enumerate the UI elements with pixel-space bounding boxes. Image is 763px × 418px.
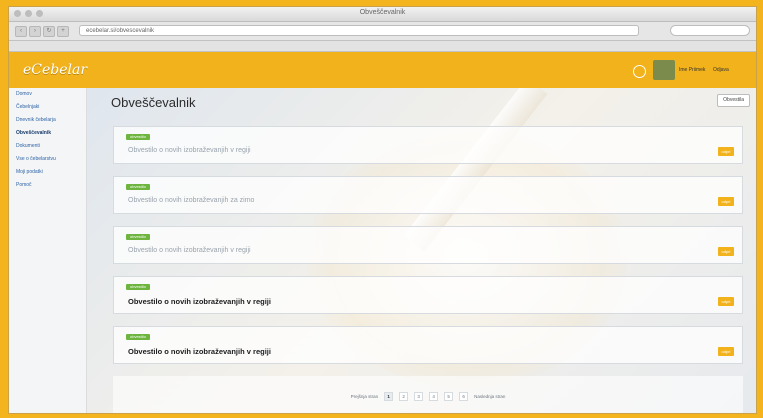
- notification-badge: obvestilo: [126, 234, 150, 240]
- sidebar-item-beekeeping[interactable]: Vse o čebelarstvu: [9, 153, 86, 166]
- browser-toolbar: ‹ › ↻ + ecebelar.si/obvescevalnik: [9, 22, 756, 41]
- notifications-settings-button[interactable]: Obvestila: [717, 94, 750, 107]
- sidebar-item-home[interactable]: Domov: [9, 88, 86, 101]
- notification-title[interactable]: Obvestilo o novih izobraževanjih v regij…: [128, 147, 251, 154]
- notification-badge: obvestilo: [126, 134, 150, 140]
- sidebar-item-profile[interactable]: Moji podatki: [9, 166, 86, 179]
- notification-card[interactable]: obvestilo Obvestilo o novih izobraževanj…: [113, 226, 743, 264]
- pagination: Prejšnja stran 1 2 3 4 5 6 Naslednja str…: [113, 392, 743, 401]
- logout-link[interactable]: Odjava: [713, 67, 729, 73]
- site-header: eCebelar Ime Priimek Odjava: [9, 52, 756, 90]
- notification-title[interactable]: Obvestilo o novih izobraževanjih v regij…: [128, 347, 271, 356]
- page-link[interactable]: 3: [414, 392, 424, 401]
- open-notification-button[interactable]: odpri: [718, 247, 734, 256]
- notification-title[interactable]: Obvestilo o novih izobraževanjih za zimo: [128, 197, 254, 204]
- notification-badge: obvestilo: [126, 184, 150, 190]
- open-notification-button[interactable]: odpri: [718, 297, 734, 306]
- sidebar-item-notifications[interactable]: Obveščevalnik: [9, 127, 86, 140]
- page-content: Domov Čebelnjaki Dnevnik čebelarja Obveš…: [9, 88, 756, 413]
- notification-title[interactable]: Obvestilo o novih izobraževanjih v regij…: [128, 247, 251, 254]
- pagination-panel: Prejšnja stran 1 2 3 4 5 6 Naslednja str…: [113, 376, 743, 413]
- reload-button[interactable]: ↻: [43, 26, 55, 37]
- page-link[interactable]: 5: [444, 392, 454, 401]
- sidebar-item-diary[interactable]: Dnevnik čebelarja: [9, 114, 86, 127]
- notification-badge: obvestilo: [126, 284, 150, 290]
- open-notification-button[interactable]: odpri: [718, 347, 734, 356]
- user-avatar[interactable]: [653, 60, 675, 80]
- main-panel: Obveščevalnik Obvestila obvestilo Obvest…: [87, 88, 756, 413]
- notification-card[interactable]: obvestilo Obvestilo o novih izobraževanj…: [113, 276, 743, 314]
- page-link[interactable]: 1: [384, 392, 394, 401]
- page-link[interactable]: 2: [399, 392, 409, 401]
- help-icon[interactable]: [633, 65, 646, 78]
- address-bar[interactable]: ecebelar.si/obvescevalnik: [79, 25, 639, 36]
- notification-card[interactable]: obvestilo Obvestilo o novih izobraževanj…: [113, 126, 743, 164]
- site-logo[interactable]: eCebelar: [23, 62, 87, 78]
- user-name[interactable]: Ime Priimek: [679, 67, 705, 73]
- notification-title[interactable]: Obvestilo o novih izobraževanjih v regij…: [128, 297, 271, 306]
- page-link[interactable]: 6: [459, 392, 469, 401]
- browser-search-input[interactable]: [670, 25, 750, 36]
- sidebar: Domov Čebelnjaki Dnevnik čebelarja Obveš…: [9, 88, 87, 413]
- browser-window: Obveščevalnik ‹ › ↻ + ecebelar.si/obvesc…: [8, 6, 757, 414]
- forward-button[interactable]: ›: [29, 26, 41, 37]
- bookmarks-bar: [9, 41, 756, 52]
- notification-card[interactable]: obvestilo Obvestilo o novih izobraževanj…: [113, 176, 743, 214]
- sidebar-item-hives[interactable]: Čebelnjaki: [9, 101, 86, 114]
- sidebar-item-documents[interactable]: Dokumenti: [9, 140, 86, 153]
- back-button[interactable]: ‹: [15, 26, 27, 37]
- notification-badge: obvestilo: [126, 334, 150, 340]
- open-notification-button[interactable]: odpri: [718, 197, 734, 206]
- prev-page-link[interactable]: Prejšnja stran: [351, 394, 379, 399]
- page-link[interactable]: 4: [429, 392, 439, 401]
- share-button[interactable]: +: [57, 26, 69, 37]
- next-page-link[interactable]: Naslednja stran: [474, 394, 505, 399]
- window-titlebar: Obveščevalnik: [9, 7, 756, 22]
- window-title: Obveščevalnik: [359, 9, 406, 16]
- open-notification-button[interactable]: odpri: [718, 147, 734, 156]
- notification-card[interactable]: obvestilo Obvestilo o novih izobraževanj…: [113, 326, 743, 364]
- sidebar-item-help[interactable]: Pomoč: [9, 179, 86, 192]
- page-title: Obveščevalnik: [111, 95, 196, 110]
